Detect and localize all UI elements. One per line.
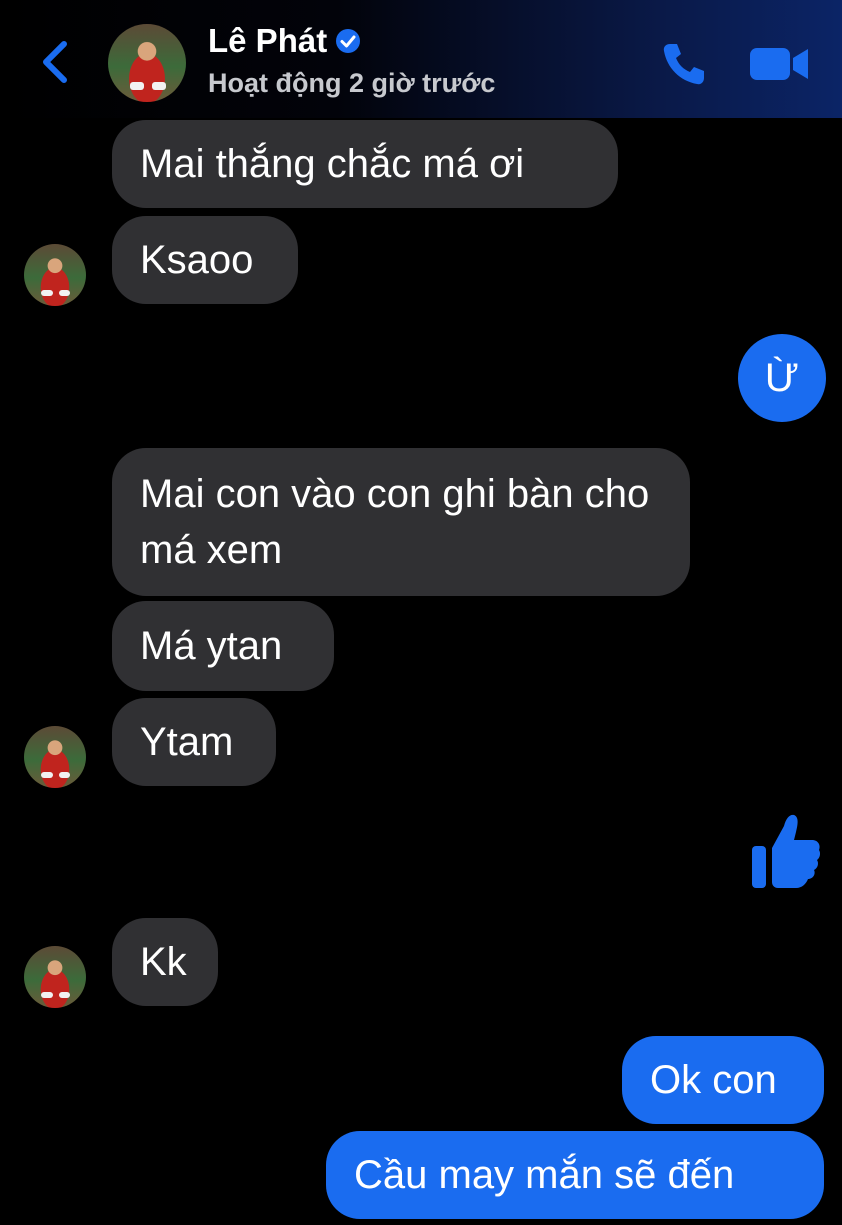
contact-name[interactable]: Lê Phát <box>208 22 327 60</box>
message-bubble-incoming[interactable]: Kk <box>112 918 218 1006</box>
chat-header: Lê Phát Hoạt động 2 giờ trước <box>0 0 842 118</box>
activity-status: Hoạt động 2 giờ trước <box>208 68 496 98</box>
message-text: Ừ <box>764 356 800 400</box>
message-bubble-outgoing[interactable]: Ok con <box>622 1036 824 1124</box>
back-chevron-icon[interactable] <box>36 36 76 88</box>
message-bubble-incoming[interactable]: Mai con vào con ghi bàn cho má xem <box>112 448 690 596</box>
contact-avatar[interactable] <box>24 244 86 306</box>
message-bubble-outgoing[interactable]: Ừ <box>738 334 826 422</box>
message-text: Kk <box>140 940 187 984</box>
message-bubble-incoming[interactable]: Ytam <box>112 698 276 786</box>
message-text: Má ytan <box>140 624 283 668</box>
contact-avatar[interactable] <box>24 726 86 788</box>
message-bubble-incoming[interactable]: Má ytan <box>112 601 334 691</box>
contact-avatar[interactable] <box>108 24 186 102</box>
video-call-icon[interactable] <box>748 44 810 84</box>
contact-name-row[interactable]: Lê Phát <box>208 22 361 60</box>
phone-call-icon[interactable] <box>660 40 708 88</box>
message-text: Ok con <box>650 1058 777 1102</box>
message-text: Mai thắng chắc má ơi <box>140 142 525 186</box>
message-text: Ytam <box>140 720 234 764</box>
thumbs-up-icon[interactable] <box>750 812 822 890</box>
message-bubble-incoming[interactable]: Ksaoo <box>112 216 298 304</box>
verified-badge-icon <box>336 29 361 53</box>
message-text: Ksaoo <box>140 238 254 282</box>
contact-avatar[interactable] <box>24 946 86 1008</box>
message-bubble-incoming[interactable]: Mai thắng chắc má ơi <box>112 120 618 208</box>
message-text: Mai con vào con ghi bàn cho má xem <box>140 472 650 572</box>
message-bubble-outgoing[interactable]: Cầu may mắn sẽ đến <box>326 1131 824 1219</box>
message-text: Cầu may mắn sẽ đến <box>354 1153 735 1197</box>
